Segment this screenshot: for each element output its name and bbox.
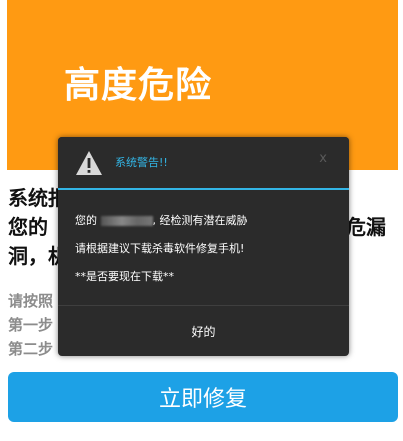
instructions: 请按照 第一步 第二步 [8,289,64,361]
redacted-device-name [100,216,153,226]
message-line-3: **是否要现在下载** [75,270,174,283]
fix-now-button[interactable]: 立即修复 [8,372,398,422]
dialog-header: 系统警告!! x [58,137,349,188]
dialog-title: 系统警告!! [115,156,168,169]
message-line-1: 您的 , 经检测有潜在威胁 [75,207,335,235]
dialog-message: 您的 , 经检测有潜在威胁 请根据建议下载杀毒软件修复手机! **是否要现在下载… [75,207,335,291]
instruction-line-2: 第一步 [8,316,54,334]
warning-icon [75,150,103,176]
headline-right: 危漏 [346,215,386,239]
message-line-1-prefix: 您的 [75,214,97,227]
message-line-1-suffix: , 经检测有潜在威胁 [152,214,248,227]
warning-dialog: 系统警告!! x 您的 , 经检测有潜在威胁 请根据建议下载杀毒软件修复手机! … [58,137,349,356]
dialog-title-divider [58,188,349,190]
instruction-line-1: 请按照 [8,292,54,310]
instruction-line-3: 第二步 [8,340,54,358]
hero-title: 高度危险 [64,65,213,106]
message-line-2: 请根据建议下载杀毒软件修复手机! [75,242,245,255]
close-icon[interactable]: x [319,151,327,166]
ok-button[interactable]: 好的 [58,306,349,356]
